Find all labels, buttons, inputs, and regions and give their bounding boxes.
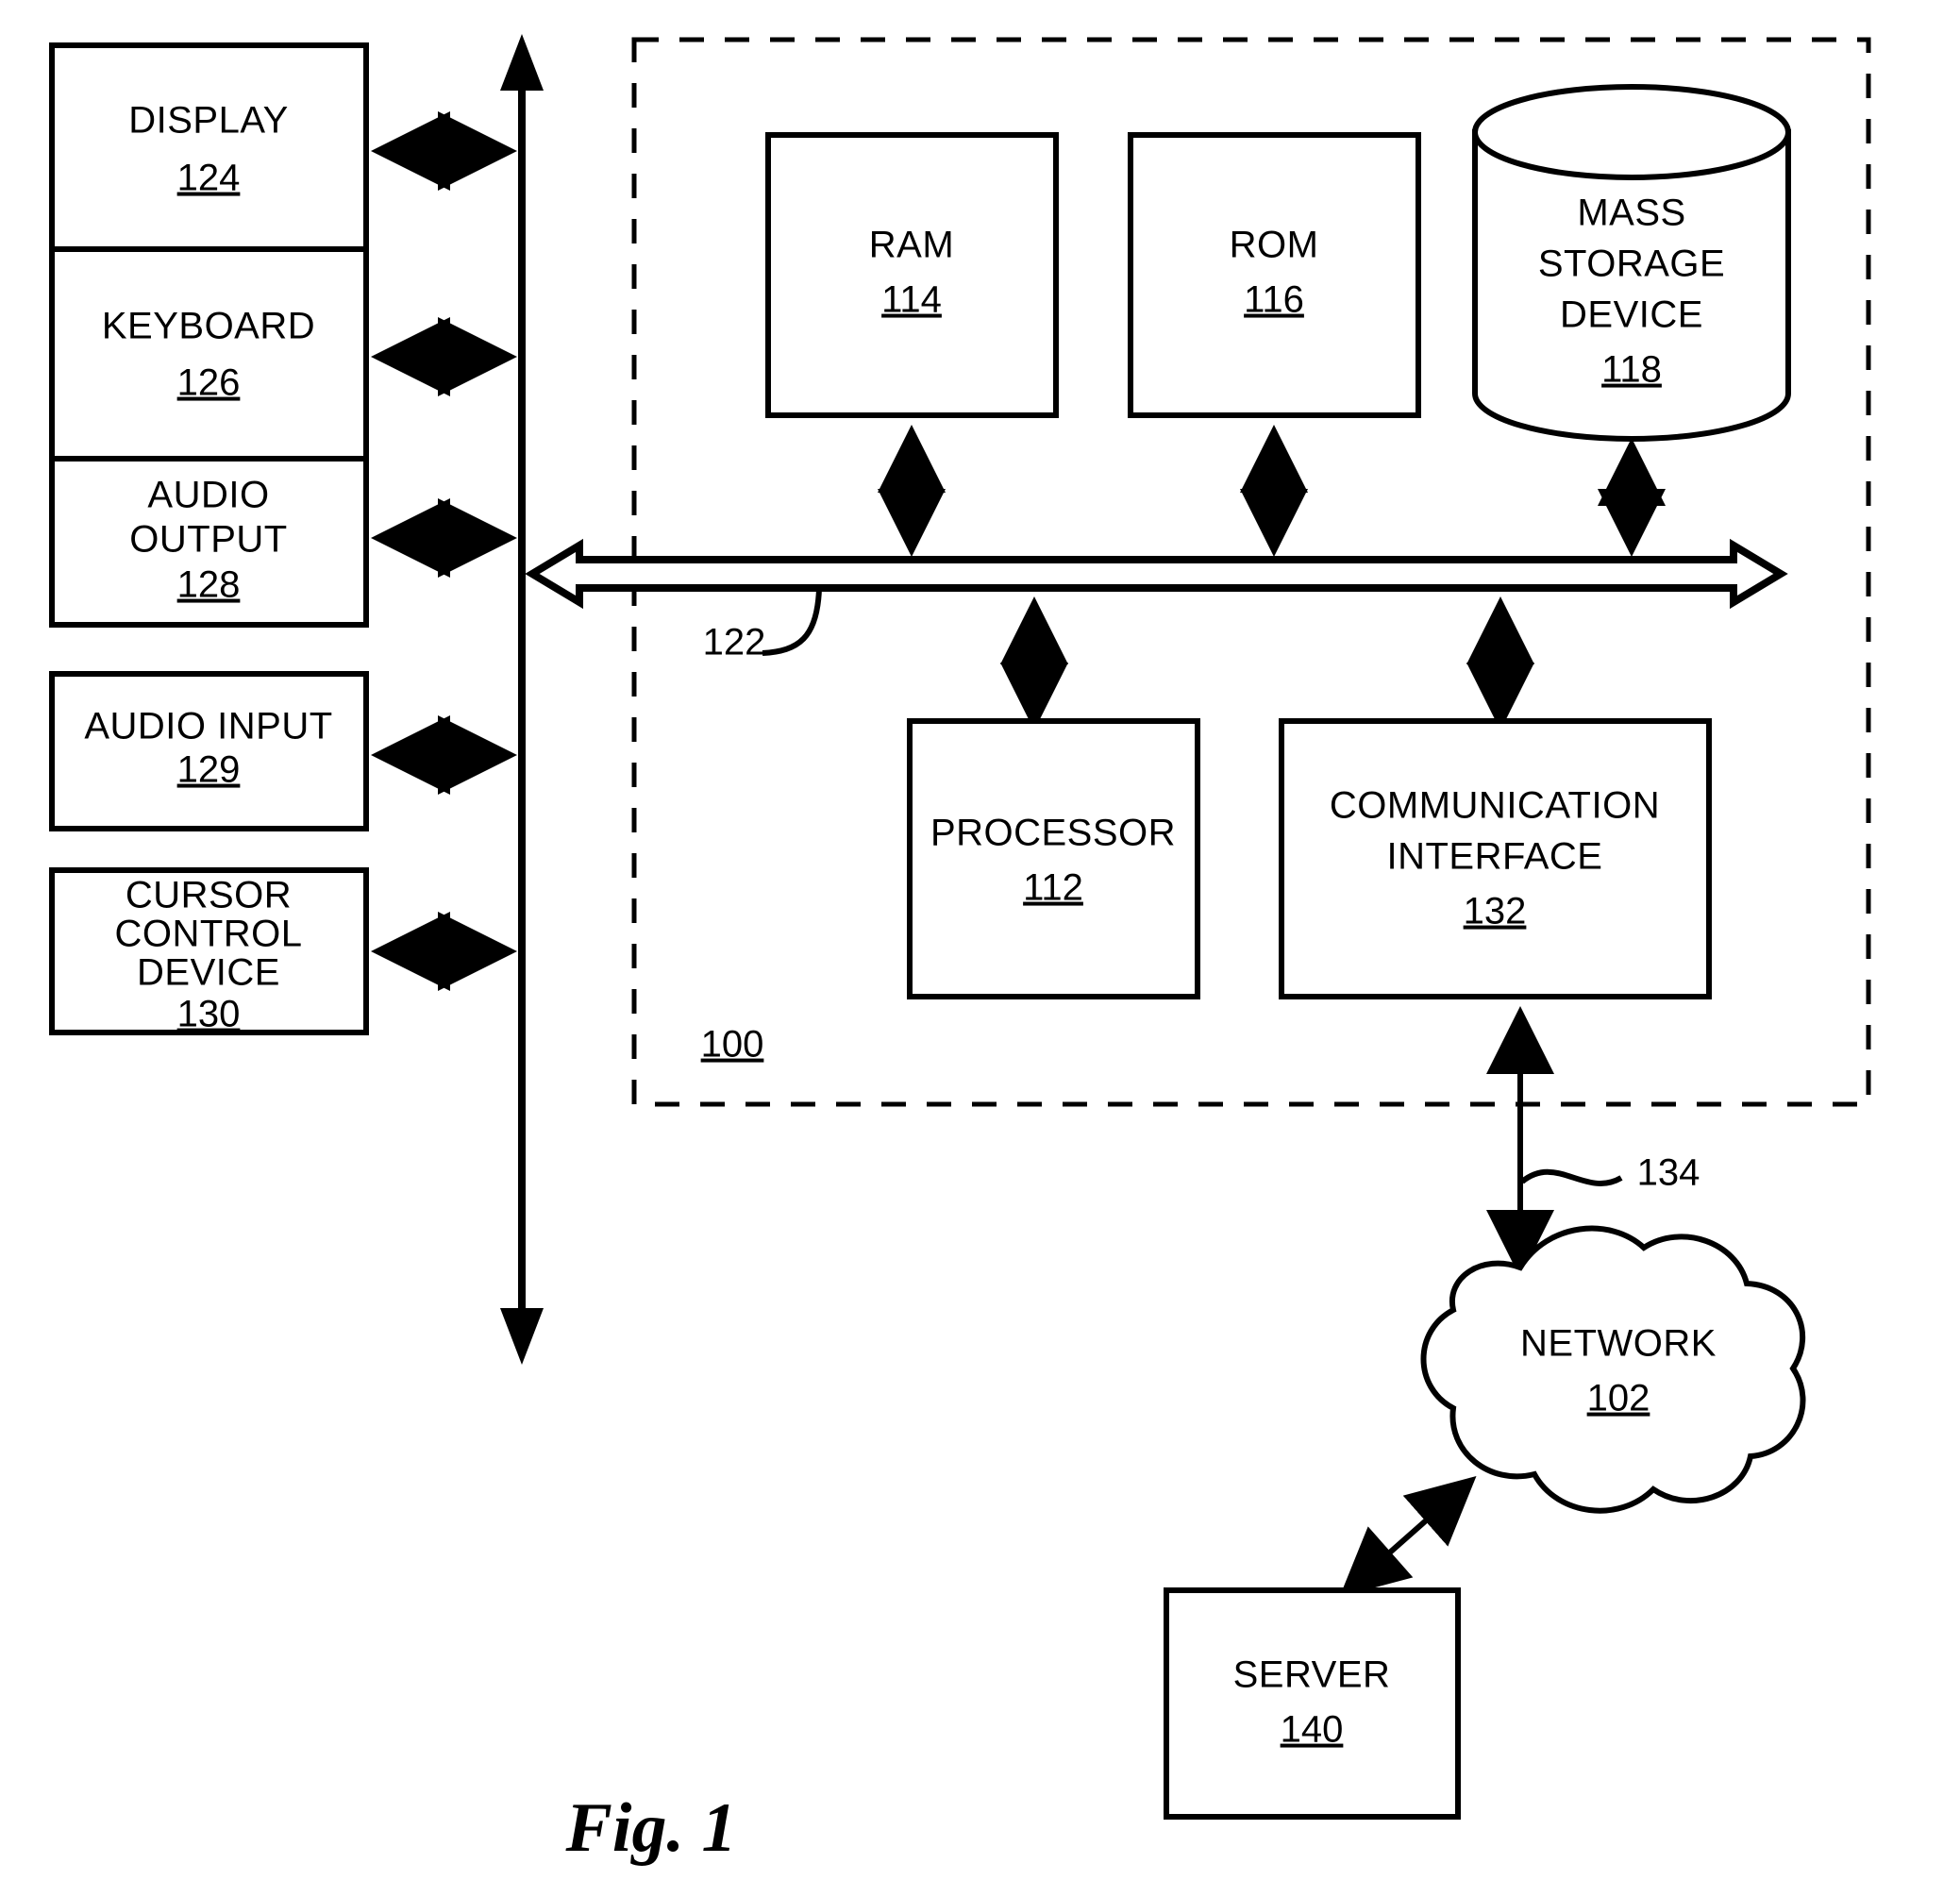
audio-input-ref-number: 129: [177, 749, 241, 791]
connector-server-to-network: [1339, 1476, 1477, 1597]
block-audio-output: AUDIO OUTPUT 128: [49, 456, 369, 628]
mass-storage-ref-number: 118: [1601, 349, 1662, 391]
processor-ref-number: 112: [1023, 867, 1083, 909]
system-ref-number: 100: [701, 1024, 764, 1066]
display-ref-number: 124: [177, 158, 241, 199]
mass-storage-cylinder-top: [1472, 84, 1791, 180]
block-cursor-control-device: CURSOR CONTROL DEVICE 130: [49, 867, 369, 1035]
server-label-line-0: SERVER: [1233, 1654, 1391, 1696]
bus-ref-number: 122: [703, 622, 766, 663]
processor-label-line-0: PROCESSOR: [930, 813, 1176, 854]
communication-interface-label-line-1: INTERFACE: [1387, 836, 1603, 878]
patent-figure-1: DISPLAY 124 KEYBOARD 126 AUDIO OUTPUT 12…: [0, 0, 1960, 1897]
block-processor: PROCESSOR 112: [907, 718, 1200, 999]
rom-box: [1128, 132, 1421, 418]
ram-box: [765, 132, 1059, 418]
keyboard-label-line-0: KEYBOARD: [102, 306, 315, 347]
figure-canvas: DISPLAY 124 KEYBOARD 126 AUDIO OUTPUT 12…: [49, 34, 1871, 1867]
ram-label-line-0: RAM: [869, 225, 954, 266]
keyboard-box: [49, 246, 369, 463]
ram-ref-number: 114: [881, 279, 942, 321]
block-server: SERVER 140: [1164, 1587, 1461, 1820]
spine-arrow-down: [500, 1308, 544, 1365]
cursor-control-label-line-2: DEVICE: [137, 952, 280, 994]
block-display: DISPLAY 124: [49, 42, 369, 260]
figure-caption: Fig. 1: [565, 1789, 737, 1867]
bus-leader-line: [762, 588, 822, 656]
system-bus-122: 122: [525, 538, 1788, 663]
network-ref-number: 102: [1587, 1378, 1650, 1419]
block-communication-interface: COMMUNICATION INTERFACE 132: [1279, 718, 1712, 999]
network-link-leader: [1520, 1168, 1623, 1186]
communication-interface-ref-number: 132: [1464, 891, 1527, 932]
display-box: [49, 42, 369, 260]
rom-ref-number: 116: [1244, 279, 1304, 321]
block-mass-storage-device: MASS STORAGE DEVICE 118: [1472, 84, 1791, 442]
block-network-cloud: NETWORK 102: [1420, 1225, 1806, 1514]
block-rom: ROM 116: [1128, 132, 1421, 418]
spine-arrow-up: [500, 34, 544, 91]
keyboard-ref-number: 126: [177, 362, 241, 404]
communication-interface-label-line-0: COMMUNICATION: [1330, 785, 1660, 827]
network-label-line-0: NETWORK: [1520, 1323, 1717, 1365]
system-bus-arrow: [525, 538, 1788, 610]
network-cloud-shape: [1420, 1225, 1806, 1514]
server-box: [1164, 1587, 1461, 1820]
rom-label-line-0: ROM: [1230, 225, 1319, 266]
system-ref-100-group: 100: [701, 1024, 764, 1066]
block-keyboard: KEYBOARD 126: [49, 246, 369, 463]
block-ram: RAM 114: [765, 132, 1059, 418]
processor-box: [907, 718, 1200, 999]
cursor-control-label-line-0: CURSOR: [126, 875, 292, 916]
mass-storage-label-line-2: DEVICE: [1560, 294, 1703, 336]
audio-output-ref-number: 128: [177, 564, 241, 606]
display-label-line-0: DISPLAY: [128, 100, 289, 142]
mass-storage-label-line-1: STORAGE: [1538, 243, 1725, 285]
cursor-control-label-line-1: CONTROL: [114, 914, 302, 955]
audio-output-label-line-0: AUDIO: [147, 475, 269, 516]
mass-storage-label-line-0: MASS: [1577, 193, 1685, 234]
audio-input-label-line-0: AUDIO INPUT: [84, 706, 332, 747]
audio-output-label-line-1: OUTPUT: [129, 519, 287, 561]
network-link-ref-number: 134: [1637, 1152, 1700, 1194]
server-ref-number: 140: [1281, 1709, 1344, 1751]
cursor-control-ref-number: 130: [177, 994, 241, 1035]
block-audio-input: AUDIO INPUT 129: [49, 671, 369, 831]
